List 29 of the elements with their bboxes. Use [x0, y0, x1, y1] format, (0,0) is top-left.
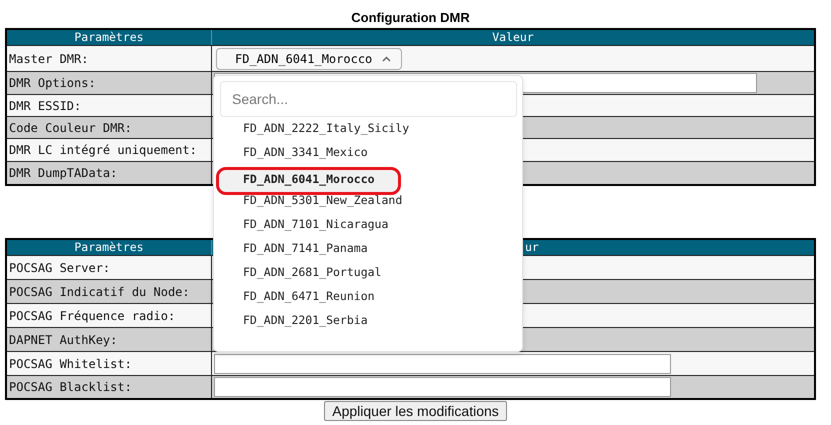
page-title: Configuration DMR — [350, 9, 471, 27]
parameter-label: POCSAG Blacklist: — [8, 379, 133, 396]
apply-button[interactable]: Appliquer les modifications — [324, 401, 507, 421]
dropdown-option[interactable]: FD_ADN_2681_Portugal — [216, 265, 401, 289]
text-field[interactable] — [214, 377, 671, 397]
column-header: Paramètres — [73, 30, 145, 45]
dropdown-option[interactable]: FD_ADN_6041_Morocco — [216, 167, 401, 195]
search-field[interactable]: Search... — [220, 81, 517, 117]
master-select[interactable]: FD_ADN_6041_Morocco — [216, 48, 402, 70]
parameter-label: DMR Options: — [8, 75, 97, 92]
parameter-label: POCSAG Indicatif du Node: — [8, 284, 191, 300]
column-header: Paramètres — [73, 240, 145, 255]
parameter-label: POCSAG Fréquence radio: — [8, 308, 176, 324]
parameter-label: DMR ESSID: — [8, 98, 82, 114]
parameter-label: DMR LC intégré uniquement: — [8, 142, 198, 159]
parameter-label: Master DMR: — [8, 50, 90, 68]
parameter-label: POCSAG Server: — [8, 260, 112, 276]
dropdown-option[interactable]: FD_ADN_7101_Nicaragua — [216, 217, 401, 241]
caret-icon — [382, 56, 392, 62]
text-field[interactable] — [214, 354, 671, 374]
parameter-label: DMR DumpTAData: — [8, 165, 118, 182]
dropdown-option[interactable]: FD_ADN_3341_Mexico — [216, 145, 401, 169]
dropdown-option[interactable]: FD_ADN_2201_Serbia — [216, 313, 401, 337]
parameter-label: DAPNET AuthKey: — [8, 332, 118, 348]
parameter-label: Code Couleur DMR: — [8, 120, 133, 136]
dropdown-option[interactable]: FD_ADN_6471_Reunion — [216, 289, 401, 313]
parameter-label: POCSAG Whitelist: — [8, 356, 133, 372]
dropdown-option[interactable]: FD_ADN_5301_New_Zealand — [216, 193, 408, 217]
dropdown-option[interactable]: FD_ADN_2222_Italy_Sicily — [216, 121, 416, 145]
